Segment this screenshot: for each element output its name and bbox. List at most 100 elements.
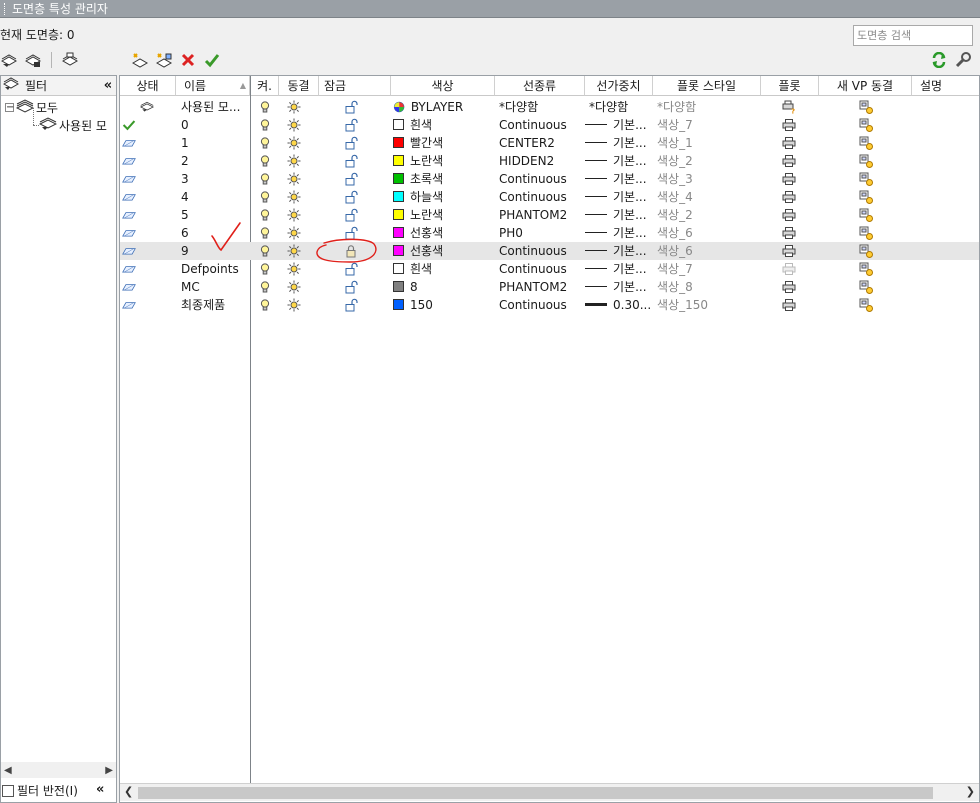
layer-status-icon[interactable] xyxy=(122,152,144,170)
layer-color[interactable]: 흰색 xyxy=(393,116,493,134)
column-header-plotstyle[interactable]: 플롯 스타일 xyxy=(653,76,761,96)
lightbulb-on-icon[interactable] xyxy=(258,188,274,206)
sun-thawed-icon[interactable] xyxy=(287,152,303,170)
new-vp-freeze-icon[interactable] xyxy=(859,296,875,314)
lightbulb-on-icon[interactable] xyxy=(258,152,274,170)
printer-icon[interactable]: ? xyxy=(782,98,800,116)
printer-icon[interactable] xyxy=(782,296,800,314)
layer-color[interactable]: BYLAYER xyxy=(393,98,493,116)
lightbulb-on-icon[interactable] xyxy=(258,296,274,314)
layer-status-icon[interactable] xyxy=(122,242,144,260)
column-header-linetype[interactable]: 선종류 xyxy=(495,76,585,96)
layer-status-icon[interactable] xyxy=(122,188,144,206)
sun-thawed-icon[interactable] xyxy=(287,98,303,116)
layer-name[interactable]: MC xyxy=(181,278,249,296)
checkbox-box[interactable] xyxy=(2,784,14,797)
new-layer-icon[interactable] xyxy=(131,51,149,69)
sun-thawed-icon[interactable] xyxy=(287,170,303,188)
tree-expander-icon[interactable]: − xyxy=(5,103,14,113)
lightbulb-on-icon[interactable] xyxy=(258,278,274,296)
new-vp-freeze-icon[interactable] xyxy=(859,278,875,296)
scroll-left-icon[interactable]: ◀ xyxy=(4,765,12,776)
layer-row[interactable]: Defpoints 흰색 Continuous 기본... 색상_7 xyxy=(120,260,979,278)
layer-linetype[interactable]: PHANTOM2 xyxy=(499,278,585,296)
sun-thawed-icon[interactable] xyxy=(287,188,303,206)
layer-name[interactable]: 2 xyxy=(181,152,249,170)
layer-row[interactable]: 0 흰색 Continuous 기본... 색상_7 xyxy=(120,116,979,134)
column-header-plot[interactable]: 플롯 xyxy=(761,76,819,96)
layer-linetype[interactable]: Continuous xyxy=(499,260,585,278)
column-header-new-vp-freeze[interactable]: 새 VP 동결 xyxy=(819,76,912,96)
layer-lineweight[interactable]: 0.30... xyxy=(585,296,653,314)
filter-pane-horizontal-scrollbar[interactable]: ◀ ▶ xyxy=(1,762,116,778)
layer-lineweight[interactable]: 기본... xyxy=(585,260,653,278)
lock-open-icon[interactable] xyxy=(344,296,360,314)
collapse-filter-pane-bottom-button[interactable]: « xyxy=(96,782,104,797)
lock-open-icon[interactable] xyxy=(344,98,360,116)
layer-linetype[interactable]: Continuous xyxy=(499,296,585,314)
lock-open-icon[interactable] xyxy=(344,224,360,242)
layer-lineweight[interactable]: 기본... xyxy=(585,152,653,170)
layer-color[interactable]: 선홍색 xyxy=(393,242,493,260)
lock-open-icon[interactable] xyxy=(344,116,360,134)
new-vp-freeze-icon[interactable] xyxy=(859,98,875,116)
layer-name[interactable]: Defpoints xyxy=(181,260,249,278)
layer-linetype[interactable]: *다양함 xyxy=(499,98,585,116)
lock-closed-icon[interactable] xyxy=(344,242,360,260)
layer-row[interactable]: 5 노란색 PHANTOM2 기본... 색상_2 xyxy=(120,206,979,224)
layer-color[interactable]: 초록색 xyxy=(393,170,493,188)
layer-status-icon[interactable] xyxy=(122,278,144,296)
lock-open-icon[interactable] xyxy=(344,188,360,206)
layer-linetype[interactable]: Continuous xyxy=(499,170,585,188)
lightbulb-on-icon[interactable] xyxy=(258,260,274,278)
new-vp-freeze-icon[interactable] xyxy=(859,260,875,278)
layer-status-icon[interactable] xyxy=(122,170,144,188)
layer-color[interactable]: 150 xyxy=(393,296,493,314)
column-header-lineweight[interactable]: 선가중치 xyxy=(585,76,653,96)
scroll-right-icon[interactable]: ▶ xyxy=(105,765,113,776)
layer-lineweight[interactable]: 기본... xyxy=(585,170,653,188)
layer-lineweight[interactable]: 기본... xyxy=(585,116,653,134)
layer-status-icon[interactable] xyxy=(122,260,144,278)
printer-icon[interactable] xyxy=(782,188,800,206)
lightbulb-on-icon[interactable] xyxy=(258,134,274,152)
lock-open-icon[interactable] xyxy=(344,170,360,188)
column-header-name[interactable]: 이름 ▲ xyxy=(176,76,250,96)
layer-name[interactable]: 사용된 모... xyxy=(181,98,249,116)
layer-name[interactable]: 9 xyxy=(181,242,249,260)
printer-icon[interactable] xyxy=(782,170,800,188)
layer-lineweight[interactable]: 기본... xyxy=(585,206,653,224)
layer-name[interactable]: 최종제품 xyxy=(181,296,249,314)
tree-item-all[interactable]: − 모두 xyxy=(5,99,58,116)
layer-status-icon[interactable] xyxy=(122,134,144,152)
layer-linetype[interactable]: CENTER2 xyxy=(499,134,585,152)
layer-lineweight[interactable]: 기본... xyxy=(585,242,653,260)
sun-thawed-icon[interactable] xyxy=(287,134,303,152)
layer-lineweight[interactable]: 기본... xyxy=(585,188,653,206)
layer-linetype[interactable]: Continuous xyxy=(499,242,585,260)
layer-row[interactable]: 1 빨간색 CENTER2 기본... 색상_1 xyxy=(120,134,979,152)
new-vp-freeze-icon[interactable] xyxy=(859,134,875,152)
layer-row[interactable]: 최종제품 150 Continuous 0.30... 색상_150 xyxy=(120,296,979,314)
grip-handle[interactable] xyxy=(4,3,6,15)
layer-list-horizontal-scrollbar[interactable]: ❮ ❯ xyxy=(120,783,979,801)
printer-icon[interactable] xyxy=(782,224,800,242)
layer-row[interactable]: 9 선홍색 Continuous 기본... 색상_6 xyxy=(120,242,979,260)
filter-status-icon[interactable] xyxy=(140,98,162,116)
sun-thawed-icon[interactable] xyxy=(287,206,303,224)
refresh-icon[interactable] xyxy=(930,51,948,69)
lightbulb-on-icon[interactable] xyxy=(258,98,274,116)
printer-icon[interactable] xyxy=(782,152,800,170)
lock-open-icon[interactable] xyxy=(344,134,360,152)
layer-row[interactable]: 3 초록색 Continuous 기본... 색상_3 xyxy=(120,170,979,188)
lock-open-icon[interactable] xyxy=(344,278,360,296)
new-layer-vp-frozen-icon[interactable] xyxy=(155,51,173,69)
layer-linetype[interactable]: PH0 xyxy=(499,224,585,242)
lock-open-icon[interactable] xyxy=(344,260,360,278)
sun-thawed-icon[interactable] xyxy=(287,278,303,296)
sun-thawed-icon[interactable] xyxy=(287,242,303,260)
layer-color[interactable]: 선홍색 xyxy=(393,224,493,242)
new-vp-freeze-icon[interactable] xyxy=(859,116,875,134)
layer-name[interactable]: 3 xyxy=(181,170,249,188)
layer-states-manager-icon[interactable] xyxy=(61,51,79,69)
